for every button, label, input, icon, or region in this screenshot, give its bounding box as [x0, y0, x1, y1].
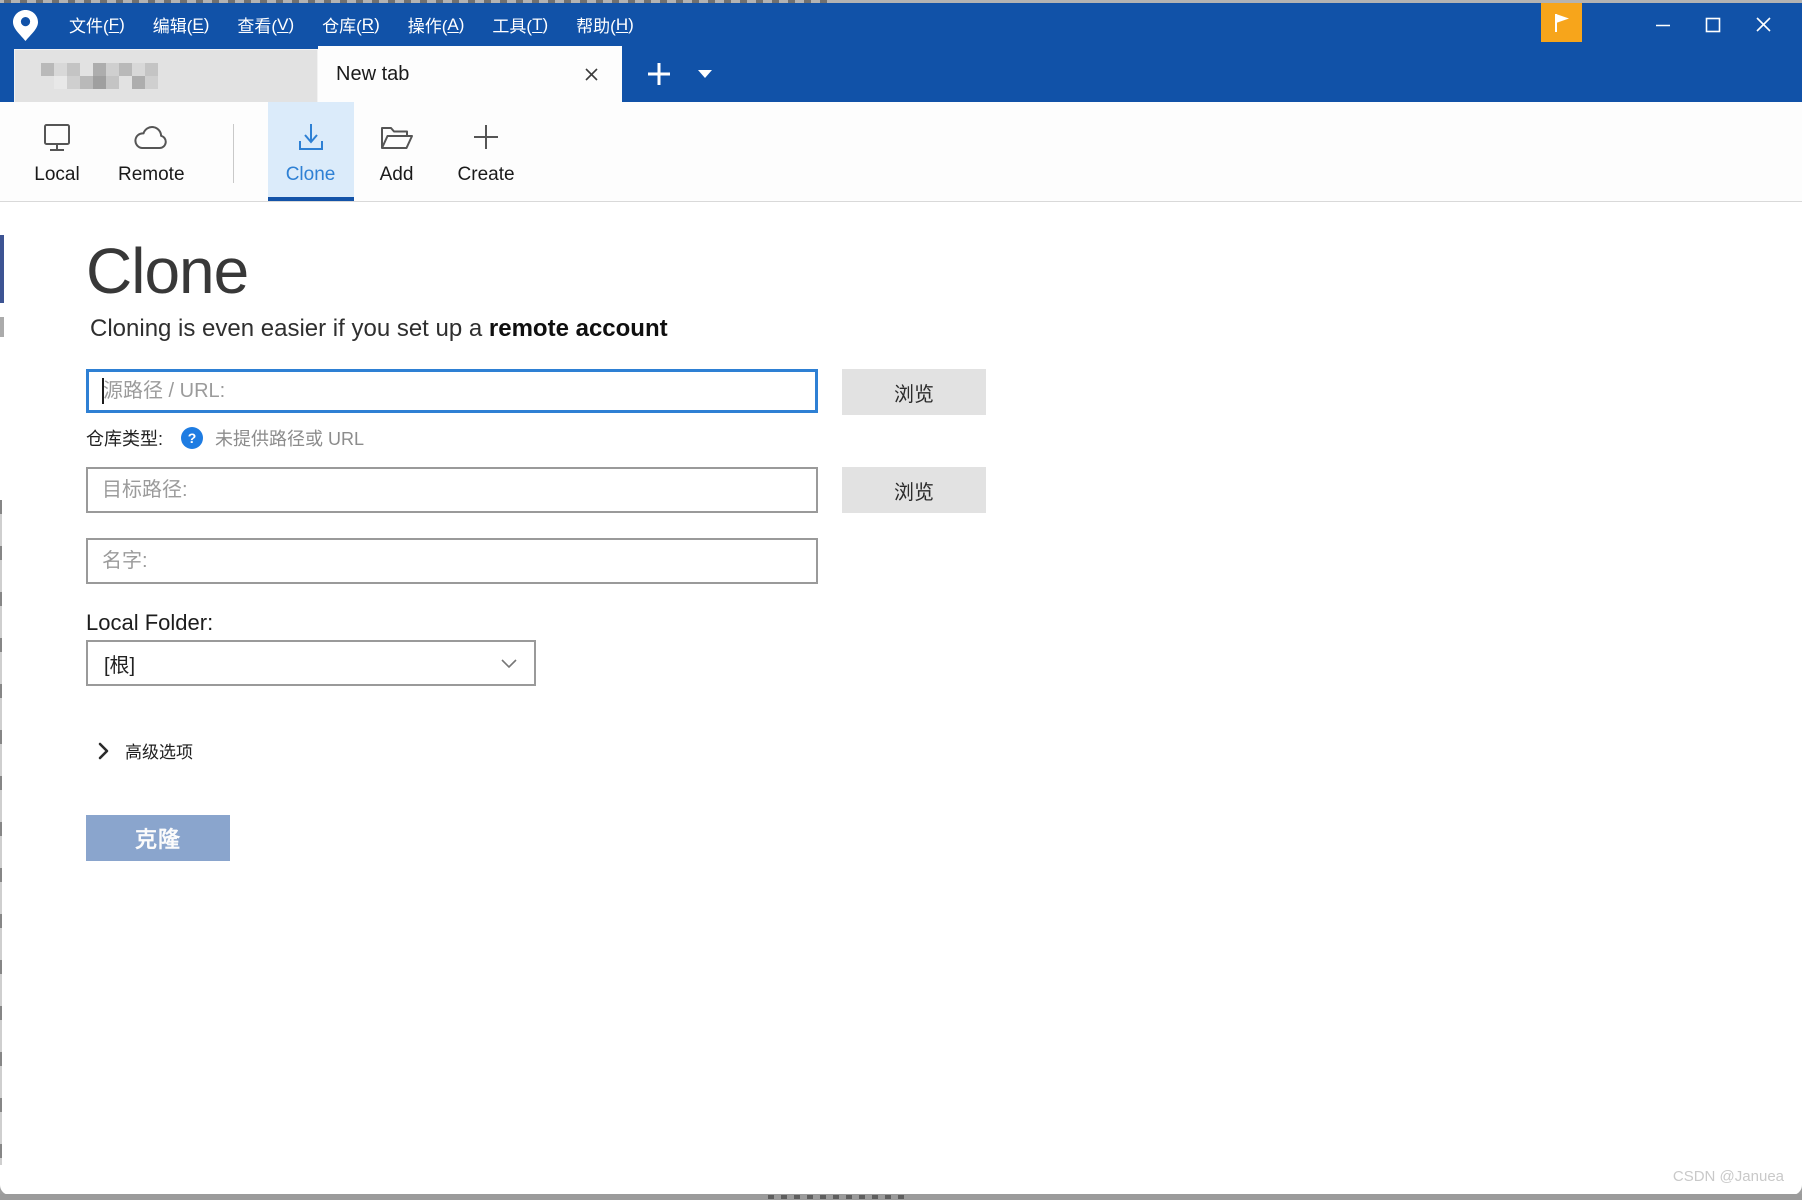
close-icon [1755, 17, 1771, 32]
toolbar-remote[interactable]: Remote [100, 102, 203, 201]
destination-input-wrap [86, 467, 818, 514]
repo-type-label: 仓库类型: [86, 429, 164, 450]
repo-type-row: 仓库类型: ? 未提供路径或 URL [86, 425, 1802, 451]
toolbar-label: Create [457, 163, 515, 185]
screen-bottom-edge-artifact [0, 1194, 1802, 1200]
flag-button[interactable] [1541, 3, 1582, 42]
tab-bar: New tab [0, 46, 1802, 102]
name-row [86, 538, 1802, 585]
tab-redacted-repo[interactable] [14, 49, 318, 102]
menu-repository[interactable]: 仓库(R) [308, 3, 394, 46]
new-tab-button[interactable] [636, 46, 682, 102]
toolbar-clone[interactable]: Clone [267, 102, 354, 201]
repo-name-input[interactable] [86, 538, 818, 585]
selected-folder-value: [根] [104, 654, 136, 677]
watermark: CSDN @Januea [1672, 1168, 1784, 1185]
local-folder-label: Local Folder: [86, 610, 214, 636]
left-edge-artifact-gray [0, 317, 4, 337]
edge-artifact-marks [0, 500, 2, 1165]
menu-help[interactable]: 帮助(H) [562, 3, 648, 46]
toolbar-local[interactable]: Local [14, 102, 100, 201]
clone-page: Clone Cloning is even easier if you set … [0, 235, 1802, 862]
toolbar-label: Local [34, 163, 80, 185]
toolbar-label: Add [379, 163, 414, 185]
flag-icon [1554, 13, 1569, 32]
subtitle: Cloning is even easier if you set up a r… [90, 315, 1802, 343]
page-title: Clone [86, 235, 249, 307]
monitor-icon [38, 114, 76, 156]
menu-bar: 文件(F) 编辑(E) 查看(V) 仓库(R) 操作(A) 工具(T) 帮助(H… [55, 3, 648, 46]
window-controls [1638, 3, 1788, 46]
toolbar-create[interactable]: Create [440, 102, 533, 201]
chevron-down-icon [500, 658, 518, 669]
toolbar-add[interactable]: Add [354, 102, 440, 201]
menu-file[interactable]: 文件(F) [55, 3, 139, 46]
source-row: 浏览 [86, 369, 1802, 416]
chevron-down-icon [698, 70, 712, 78]
menu-actions[interactable]: 操作(A) [394, 3, 479, 46]
left-edge-artifact-strip [0, 500, 2, 1165]
remote-account-link[interactable]: remote account [489, 315, 668, 342]
text-caret [102, 378, 104, 405]
advanced-options-expander[interactable]: 高级选项 [98, 738, 1802, 763]
source-path-input[interactable] [86, 369, 818, 414]
download-icon [292, 114, 330, 156]
destination-row: 浏览 [86, 467, 1802, 514]
browse-source-button[interactable]: 浏览 [842, 369, 986, 416]
plus-icon [648, 63, 670, 85]
close-icon [584, 67, 598, 81]
menu-edit[interactable]: 编辑(E) [139, 3, 224, 46]
maximize-button[interactable] [1688, 3, 1738, 46]
sourcetree-window: 文件(F) 编辑(E) 查看(V) 仓库(R) 操作(A) 工具(T) 帮助(H… [0, 3, 1802, 1195]
open-folder-icon [377, 114, 417, 156]
sourcetree-logo-icon [13, 10, 38, 41]
menu-tools[interactable]: 工具(T) [478, 3, 562, 46]
close-button[interactable] [1738, 3, 1788, 46]
toolbar-divider [232, 124, 234, 183]
cloud-icon [131, 114, 171, 156]
tab-label: New tab [336, 62, 410, 85]
minimize-icon [1656, 24, 1670, 26]
plus-icon [468, 114, 504, 156]
help-icon[interactable]: ? [181, 427, 204, 450]
clone-button[interactable]: 克隆 [86, 815, 230, 862]
subtitle-text: Cloning is even easier if you set up a [90, 315, 489, 343]
repo-type-status: 未提供路径或 URL [215, 429, 365, 450]
toolbar: Local Remote Clone Add Create [0, 102, 1802, 202]
destination-path-input[interactable] [86, 467, 818, 514]
minimize-button[interactable] [1638, 3, 1688, 46]
menu-view[interactable]: 查看(V) [223, 3, 308, 46]
tab-list-dropdown-button[interactable] [688, 46, 722, 102]
titlebar: 文件(F) 编辑(E) 查看(V) 仓库(R) 操作(A) 工具(T) 帮助(H… [0, 3, 1802, 46]
chevron-right-icon [98, 742, 109, 760]
left-edge-artifact-blue [0, 235, 4, 303]
browse-destination-button[interactable]: 浏览 [842, 467, 986, 514]
local-folder-select[interactable]: [根] [86, 640, 536, 687]
tab-new-tab[interactable]: New tab [318, 46, 622, 102]
edge-artifact-marks [768, 1195, 908, 1199]
toolbar-label: Clone [285, 163, 336, 185]
redacted-name-mosaic [41, 63, 158, 89]
name-input-wrap [86, 538, 818, 585]
maximize-icon [1705, 17, 1721, 32]
tab-close-button[interactable] [578, 61, 604, 87]
toolbar-label: Remote [118, 163, 185, 185]
source-input-wrap [86, 369, 818, 414]
advanced-options-label: 高级选项 [125, 743, 193, 763]
